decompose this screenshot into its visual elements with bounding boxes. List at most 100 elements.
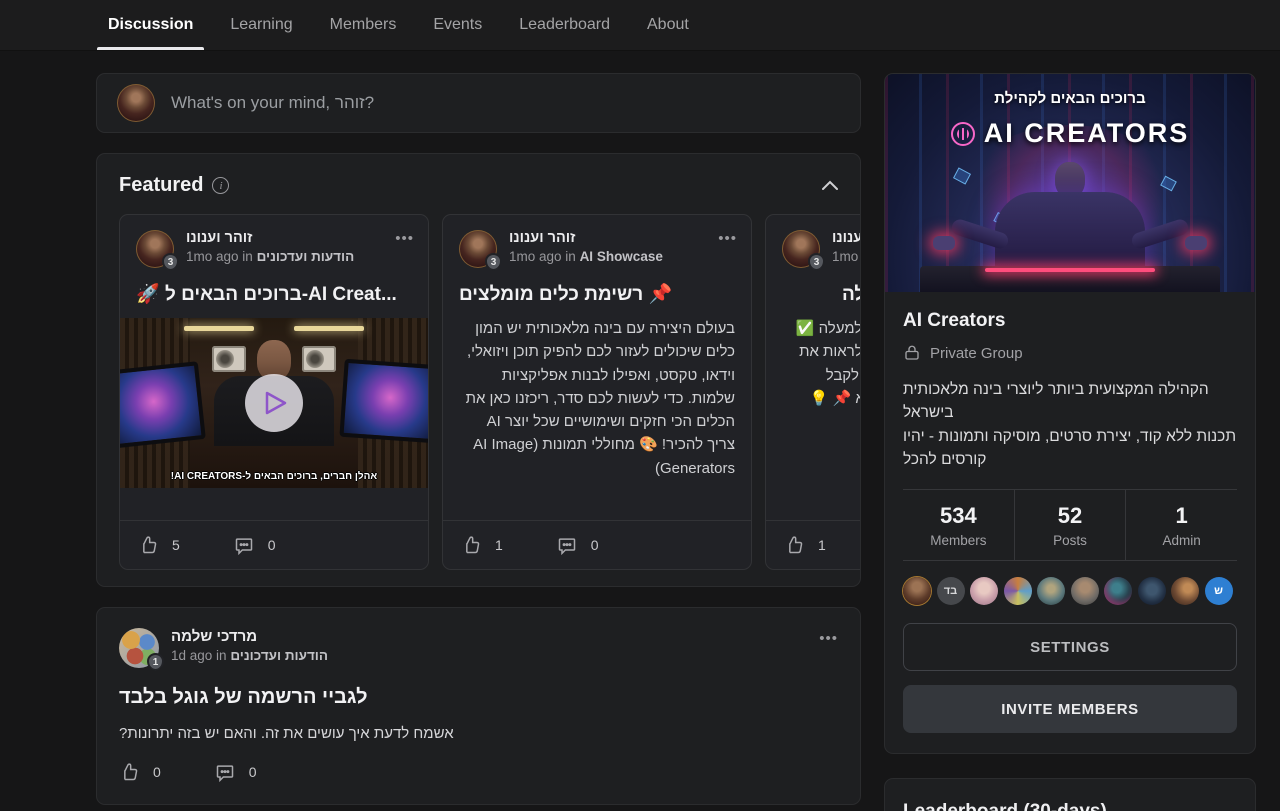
- category-link[interactable]: הודעות ועדכונים: [257, 249, 355, 264]
- post-meta: 1mo ago in הודעות ועדכונים: [186, 249, 354, 264]
- thumb-decor: [184, 326, 254, 331]
- thumb-decor: [294, 326, 364, 331]
- post-title[interactable]: 📌 איך להשתמש בקהילה: [766, 282, 860, 306]
- member-avatar[interactable]: [1104, 577, 1132, 605]
- video-thumbnail[interactable]: אהלן חברים, ברוכים הבאים ל-AI CREATORS!: [120, 318, 428, 488]
- members-count: 534: [903, 503, 1014, 529]
- info-icon[interactable]: i: [212, 177, 229, 194]
- group-description-line: הקהילה המקצועית ביותר ליוצרי בינה מלאכות…: [903, 378, 1237, 425]
- post-body: בעולם היצירה עם בינה מלאכותית יש המון כל…: [443, 317, 751, 520]
- like-count: 0: [153, 764, 161, 780]
- post-body: אשמח לדעת איך עושים את זה. והאם יש בזה י…: [119, 725, 838, 742]
- stat-members: 534 Members: [903, 490, 1014, 560]
- lock-icon: [903, 344, 921, 362]
- tab-leaderboard[interactable]: Leaderboard: [508, 0, 621, 50]
- comment-icon[interactable]: [234, 535, 254, 555]
- group-description: הקהילה המקצועית ביותר ליוצרי בינה מלאכות…: [903, 378, 1237, 471]
- like-count: 1: [818, 537, 826, 553]
- kebab-menu-icon[interactable]: •••: [718, 230, 737, 247]
- author-name[interactable]: זוהר וענונו: [509, 230, 663, 246]
- like-icon[interactable]: [119, 762, 139, 782]
- post-meta: 1d ago in הודעות ועדכונים: [171, 648, 328, 663]
- level-badge: 3: [808, 253, 825, 271]
- settings-button[interactable]: SETTINGS: [903, 623, 1237, 671]
- level-badge: 3: [485, 253, 502, 271]
- group-description-line: תכנות ללא קוד, יצירת סרטים, מוסיקה ותמונ…: [903, 425, 1237, 472]
- featured-post-tools[interactable]: 3 זוהר וענונו 1mo ago in AI Showcase •••…: [442, 214, 752, 570]
- category-link[interactable]: הודעות ועדכונים: [230, 648, 328, 663]
- member-avatar[interactable]: [903, 577, 931, 605]
- tab-discussion[interactable]: Discussion: [97, 0, 204, 50]
- like-count: 5: [172, 537, 180, 553]
- tab-about[interactable]: About: [636, 0, 700, 50]
- comment-count: 0: [268, 537, 276, 553]
- member-avatar-row: בד ש: [903, 577, 1237, 605]
- post-title[interactable]: לגביי הרשמה של גוגל בלבד: [119, 686, 838, 709]
- post-title[interactable]: 🚀 ברוכים הבאים ל-AI Creat...: [120, 282, 428, 306]
- member-avatar[interactable]: בד: [937, 577, 965, 605]
- featured-title: Featured: [119, 174, 203, 197]
- like-icon[interactable]: [784, 535, 804, 555]
- admins-count: 1: [1126, 503, 1237, 529]
- brain-icon: [951, 122, 975, 146]
- member-avatar[interactable]: [1171, 577, 1199, 605]
- stat-posts: 52 Posts: [1014, 490, 1126, 560]
- leaderboard-card: Leaderboard (30-days): [884, 778, 1256, 811]
- like-count: 1: [495, 537, 503, 553]
- tab-events[interactable]: Events: [422, 0, 493, 50]
- author-name[interactable]: זוהר וענונו: [832, 230, 860, 246]
- tab-learning[interactable]: Learning: [219, 0, 303, 50]
- comment-count: 0: [591, 537, 599, 553]
- group-stats: 534 Members 52 Posts 1 Admin: [903, 489, 1237, 561]
- thumb-decor: [339, 359, 428, 444]
- play-icon[interactable]: [245, 374, 303, 432]
- featured-carousel[interactable]: 3 זוהר וענונו 1mo ago in הודעות ועדכונים…: [119, 214, 860, 570]
- kebab-menu-icon[interactable]: •••: [819, 630, 838, 647]
- member-avatar[interactable]: [1138, 577, 1166, 605]
- level-badge: 3: [162, 253, 179, 271]
- post-composer[interactable]: What's on your mind, זוהר?: [96, 73, 861, 133]
- category-link[interactable]: AI Showcase: [580, 249, 663, 264]
- author-name[interactable]: מרדכי שלמה: [171, 628, 328, 645]
- feed-post[interactable]: 1 מרדכי שלמה 1d ago in הודעות ועדכונים •…: [96, 607, 861, 805]
- like-icon[interactable]: [461, 535, 481, 555]
- group-sidebar: ברוכים הבאים לקהילת AI CREATORS AI Creat…: [884, 51, 1256, 811]
- timestamp: 1mo ago in: [509, 249, 576, 264]
- post-body: רוצים להבין איך הכל עובד פה? למעלה ✅ תוכ…: [766, 317, 860, 520]
- chevron-up-icon[interactable]: [822, 177, 838, 195]
- comment-icon[interactable]: [557, 535, 577, 555]
- comment-count: 0: [249, 764, 257, 780]
- group-banner: ברוכים הבאים לקהילת AI CREATORS: [885, 74, 1255, 292]
- featured-post-welcome[interactable]: 3 זוהר וענונו 1mo ago in הודעות ועדכונים…: [119, 214, 429, 570]
- thumb-decor: [120, 361, 206, 449]
- posts-count: 52: [1015, 503, 1126, 529]
- level-badge: 1: [147, 653, 164, 671]
- featured-post-guide[interactable]: 3 זוהר וענונו 1mo ago in הודעות ועדכונים…: [765, 214, 860, 570]
- tab-members[interactable]: Members: [319, 0, 408, 50]
- banner-welcome-text: ברוכים הבאים לקהילת: [885, 90, 1255, 107]
- member-avatar[interactable]: ש: [1205, 577, 1233, 605]
- banner-figure: [955, 162, 1185, 270]
- group-info-card: ברוכים הבאים לקהילת AI CREATORS AI Creat…: [884, 73, 1256, 754]
- current-user-avatar: [117, 84, 155, 122]
- invite-members-button[interactable]: INVITE MEMBERS: [903, 685, 1237, 733]
- member-avatar[interactable]: [1004, 577, 1032, 605]
- banner-title: AI CREATORS: [885, 118, 1255, 149]
- stat-admins: 1 Admin: [1125, 490, 1237, 560]
- member-avatar[interactable]: [970, 577, 998, 605]
- members-label: Members: [903, 533, 1014, 548]
- member-avatar[interactable]: [1071, 577, 1099, 605]
- banner-title-text: AI CREATORS: [984, 118, 1190, 149]
- comment-icon[interactable]: [215, 762, 235, 782]
- like-icon[interactable]: [138, 535, 158, 555]
- member-avatar[interactable]: [1037, 577, 1065, 605]
- timestamp: 1mo ago in: [832, 249, 860, 264]
- banner-decor: [985, 268, 1155, 272]
- post-title[interactable]: רשימת כלים מומלצים 📌: [443, 282, 751, 306]
- author-name[interactable]: זוהר וענונו: [186, 230, 354, 246]
- post-meta: 1mo ago in הודעות ועדכונים: [832, 249, 860, 264]
- timestamp: 1mo ago in: [186, 249, 253, 264]
- group-name: AI Creators: [903, 310, 1237, 332]
- posts-label: Posts: [1015, 533, 1126, 548]
- kebab-menu-icon[interactable]: •••: [395, 230, 414, 247]
